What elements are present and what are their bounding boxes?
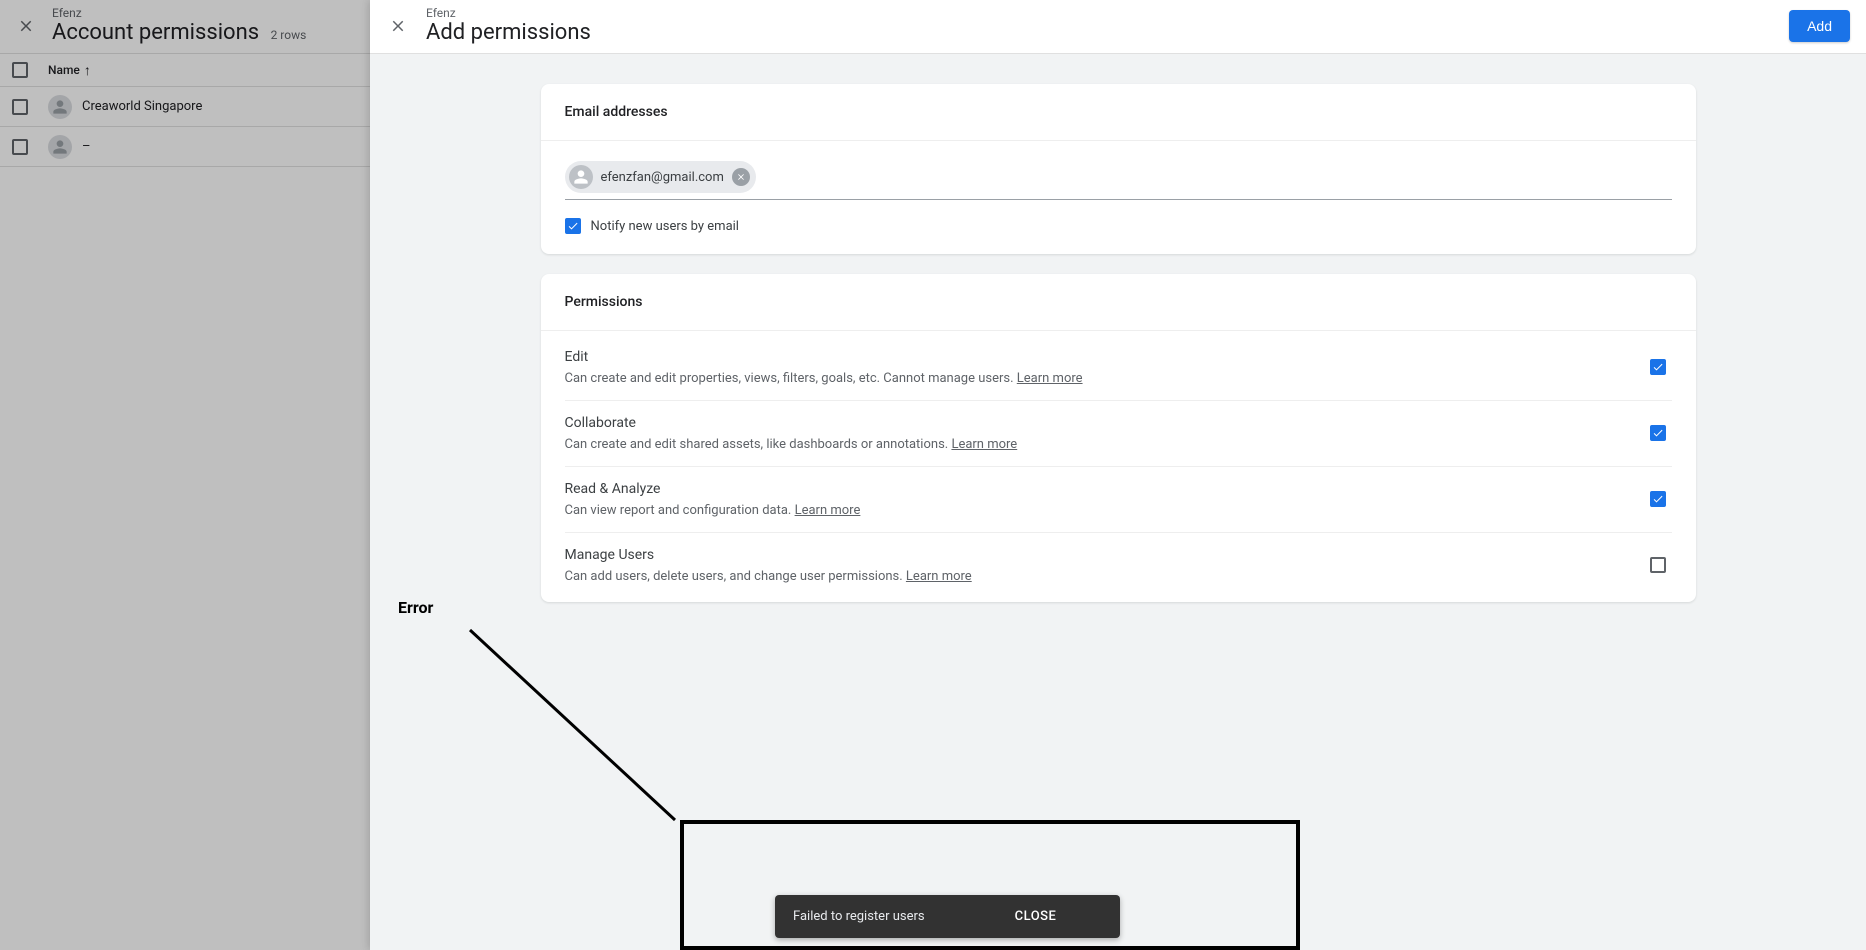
- permission-desc: Can create and edit properties, views, f…: [565, 371, 1083, 386]
- row-checkbox[interactable]: [12, 99, 28, 115]
- permission-checkbox-collaborate[interactable]: [1650, 425, 1666, 441]
- chip-label: efenzfan@gmail.com: [601, 170, 724, 185]
- panel-title: Add permissions: [426, 20, 1789, 45]
- add-button[interactable]: Add: [1789, 10, 1850, 42]
- sort-ascending-icon: ↑: [84, 62, 91, 79]
- close-icon[interactable]: [386, 14, 410, 38]
- permission-title: Read & Analyze: [565, 481, 861, 497]
- permission-row-manage-users: Manage Users Can add users, delete users…: [565, 533, 1672, 598]
- avatar: [48, 135, 72, 159]
- bg-supertitle: Efenz: [52, 6, 306, 20]
- permission-desc: Can view report and configuration data. …: [565, 503, 861, 518]
- error-toast: Failed to register users CLOSE: [775, 895, 1120, 938]
- annotation-arrow-line: [465, 625, 680, 825]
- notify-checkbox[interactable]: [565, 218, 581, 234]
- remove-chip-icon[interactable]: [732, 168, 750, 186]
- row-name: Creaworld Singapore: [82, 99, 202, 114]
- row-name: –: [82, 139, 91, 154]
- panel-supertitle: Efenz: [426, 6, 1789, 20]
- permission-row-read-analyze: Read & Analyze Can view report and confi…: [565, 467, 1672, 533]
- permission-title: Manage Users: [565, 547, 972, 563]
- email-chip: efenzfan@gmail.com: [565, 161, 756, 193]
- email-addresses-card: Email addresses efenzfan@gmail.com: [541, 84, 1696, 254]
- avatar-icon: [569, 165, 593, 189]
- permission-checkbox-manage-users[interactable]: [1650, 557, 1666, 573]
- notify-row: Notify new users by email: [565, 218, 1672, 234]
- close-icon[interactable]: [14, 14, 38, 38]
- select-all-checkbox[interactable]: [12, 62, 28, 78]
- permission-desc: Can create and edit shared assets, like …: [565, 437, 1018, 452]
- annotation-label: Error: [398, 598, 433, 617]
- row-checkbox[interactable]: [12, 139, 28, 155]
- panel-header: Efenz Add permissions Add: [370, 0, 1866, 54]
- permission-row-edit: Edit Can create and edit properties, vie…: [565, 335, 1672, 401]
- permission-row-collaborate: Collaborate Can create and edit shared a…: [565, 401, 1672, 467]
- permission-title: Edit: [565, 349, 1083, 365]
- toast-message: Failed to register users: [793, 909, 925, 924]
- learn-more-link[interactable]: Learn more: [1017, 371, 1083, 386]
- permissions-card: Permissions Edit Can create and edit pro…: [541, 274, 1696, 602]
- permission-checkbox-edit[interactable]: [1650, 359, 1666, 375]
- section-title-permissions: Permissions: [541, 274, 1696, 331]
- toast-close-button[interactable]: CLOSE: [1015, 909, 1057, 924]
- column-header-name[interactable]: Name: [48, 63, 80, 77]
- permission-checkbox-read-analyze[interactable]: [1650, 491, 1666, 507]
- notify-label: Notify new users by email: [591, 219, 739, 234]
- learn-more-link[interactable]: Learn more: [795, 503, 861, 518]
- bg-title: Account permissions 2 rows: [52, 20, 306, 45]
- section-title-email: Email addresses: [541, 84, 1696, 141]
- learn-more-link[interactable]: Learn more: [951, 437, 1017, 452]
- learn-more-link[interactable]: Learn more: [906, 569, 972, 584]
- permission-title: Collaborate: [565, 415, 1018, 431]
- email-input[interactable]: efenzfan@gmail.com: [565, 161, 1672, 200]
- bg-rows-count: 2 rows: [271, 28, 307, 42]
- permission-desc: Can add users, delete users, and change …: [565, 569, 972, 584]
- avatar: [48, 95, 72, 119]
